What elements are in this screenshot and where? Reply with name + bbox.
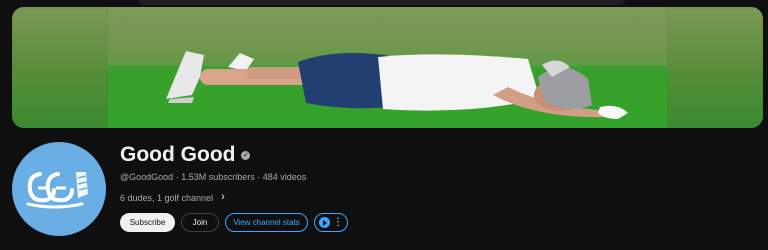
subscribe-button[interactable]: Subscribe xyxy=(120,213,175,232)
meta-separator: · xyxy=(257,172,261,182)
extension-menu-button[interactable]: ⋮ xyxy=(314,213,348,232)
channel-avatar[interactable] xyxy=(12,142,106,236)
view-channel-stats-button[interactable]: View channel stats xyxy=(225,213,308,232)
channel-meta: @GoodGood · 1.53M subscribers · 484 vide… xyxy=(120,172,306,182)
verified-check-icon: ✓ xyxy=(241,150,251,160)
channel-actions: Subscribe Join View channel stats ⋮ xyxy=(120,213,348,232)
channel-name-text: Good Good xyxy=(120,143,236,166)
banner-golfer-image xyxy=(108,7,667,128)
top-bar-edge xyxy=(138,0,625,5)
join-button[interactable]: Join xyxy=(181,213,219,232)
channel-banner xyxy=(12,7,763,128)
extension-play-icon xyxy=(319,217,330,228)
banner-side-right xyxy=(667,7,763,128)
channel-handle: @GoodGood xyxy=(120,172,174,182)
subscriber-count: 1.53M subscribers xyxy=(181,172,255,182)
chevron-right-icon[interactable]: › xyxy=(221,191,225,203)
more-vert-icon: ⋮ xyxy=(333,216,343,228)
video-count: 484 videos xyxy=(262,172,307,182)
meta-separator: · xyxy=(175,172,179,182)
channel-name: Good Good ✓ xyxy=(120,143,251,167)
good-good-logo-icon xyxy=(26,172,88,209)
banner-side-left xyxy=(12,7,108,128)
channel-description[interactable]: 6 dudes, 1 golf channel › xyxy=(120,191,225,204)
channel-description-text[interactable]: 6 dudes, 1 golf channel xyxy=(120,193,213,203)
